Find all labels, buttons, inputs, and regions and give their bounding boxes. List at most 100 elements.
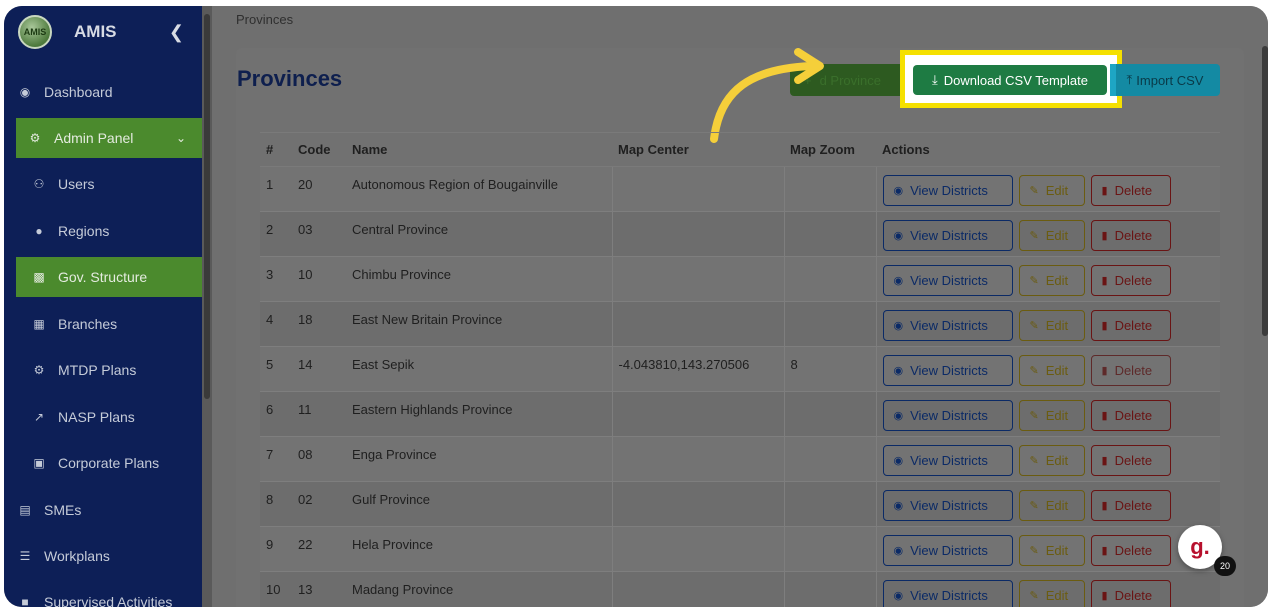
sidebar-scrollbar[interactable]: [202, 6, 212, 607]
edit-icon: ✎: [1029, 275, 1039, 287]
delete-button[interactable]: ▮ Delete: [1090, 220, 1171, 251]
sidebar-item-label: Dashboard: [44, 84, 113, 100]
view-districts-button[interactable]: ◉ View Districts: [882, 490, 1013, 521]
delete-button[interactable]: ▮ Delete: [1090, 580, 1171, 607]
sidebar-item-regions[interactable]: ● Regions: [30, 211, 202, 251]
collapse-sidebar-icon[interactable]: ❮: [169, 22, 184, 43]
import-csv-label: Import CSV: [1136, 72, 1204, 88]
edit-button[interactable]: ✎ Edit: [1018, 265, 1085, 296]
edit-label: Edit: [1045, 273, 1069, 288]
row-actions: ◉ View Districts ✎ Edit ▮ Delete: [875, 256, 1220, 302]
table-row: 7 08 Enga Province ◉ View Districts ✎ Edit ▮ Del…: [260, 436, 1220, 482]
edit-icon: ✎: [1029, 320, 1039, 332]
row-actions: ◉ View Districts ✎ Edit ▮ Delete: [875, 211, 1220, 257]
edit-button[interactable]: ✎ Edit: [1018, 535, 1085, 566]
edit-button[interactable]: ✎ Edit: [1018, 310, 1085, 341]
sidebar: AMIS AMIS ❮ ◉ Dashboard ⚙ Admin Panel ⌄ …: [4, 6, 202, 607]
sidebar-item-admin-panel[interactable]: ⚙ Admin Panel ⌄: [16, 118, 202, 158]
delete-button[interactable]: ▮ Delete: [1090, 355, 1171, 386]
row-number: 1: [260, 166, 292, 212]
view-districts-label: View Districts: [910, 363, 988, 378]
edit-button[interactable]: ✎ Edit: [1018, 220, 1085, 251]
sidebar-item-workplans[interactable]: ☰ Workplans: [16, 536, 202, 576]
view-districts-button[interactable]: ◉ View Districts: [882, 265, 1013, 296]
row-actions: ◉ View Districts ✎ Edit ▮ Delete: [875, 166, 1220, 212]
view-districts-button[interactable]: ◉ View Districts: [882, 310, 1013, 341]
import-csv-button[interactable]: ⤒ Import CSV: [1110, 64, 1220, 96]
delete-button[interactable]: ▮ Delete: [1090, 445, 1171, 476]
row-name: Hela Province: [346, 526, 612, 572]
col-header[interactable]: Name: [346, 132, 612, 167]
edit-icon: ✎: [1029, 500, 1039, 512]
row-code: 20: [292, 166, 346, 212]
delete-button[interactable]: ▮ Delete: [1090, 400, 1171, 431]
row-number: 7: [260, 436, 292, 482]
eye-icon: ◉: [893, 365, 904, 377]
row-map-zoom: [783, 391, 876, 437]
delete-label: Delete: [1114, 543, 1153, 558]
sidebar-item-label: NASP Plans: [58, 409, 135, 425]
edit-button[interactable]: ✎ Edit: [1018, 490, 1085, 521]
row-map-zoom: [783, 526, 876, 572]
col-header[interactable]: Map Zoom: [784, 132, 876, 167]
delete-button[interactable]: ▮ Delete: [1090, 265, 1171, 296]
row-code: 13: [292, 571, 346, 607]
view-districts-label: View Districts: [910, 408, 988, 423]
main-content: Provinces Provinces + d Province ⤓ Downl…: [212, 6, 1268, 607]
edit-button[interactable]: ✎ Edit: [1018, 175, 1085, 206]
sidebar-item-corporate-plans[interactable]: ▣ Corporate Plans: [30, 443, 202, 483]
sidebar-item-gov-structure[interactable]: ▩ Gov. Structure: [16, 257, 202, 297]
brand-name: AMIS: [74, 22, 117, 41]
edit-icon: ✎: [1029, 590, 1039, 602]
app-window: AMIS AMIS ❮ ◉ Dashboard ⚙ Admin Panel ⌄ …: [4, 6, 1268, 607]
col-header[interactable]: #: [260, 132, 292, 167]
eye-icon: ◉: [893, 455, 904, 467]
view-districts-button[interactable]: ◉ View Districts: [882, 445, 1013, 476]
row-map-center: [611, 481, 784, 527]
eye-icon: ◉: [893, 320, 904, 332]
sidebar-item-users[interactable]: ⚇ Users: [30, 164, 202, 204]
edit-button[interactable]: ✎ Edit: [1018, 400, 1085, 431]
row-map-zoom: [783, 256, 876, 302]
row-name: East New Britain Province: [346, 301, 612, 347]
view-districts-button[interactable]: ◉ View Districts: [882, 535, 1013, 566]
hierarchy-icon: ▩: [33, 270, 45, 284]
row-number: 8: [260, 481, 292, 527]
edit-label: Edit: [1045, 543, 1069, 558]
edit-button[interactable]: ✎ Edit: [1018, 580, 1085, 607]
view-districts-button[interactable]: ◉ View Districts: [882, 220, 1013, 251]
delete-button[interactable]: ▮ Delete: [1090, 490, 1171, 521]
col-header[interactable]: Code: [292, 132, 346, 167]
store-icon: ▤: [19, 503, 31, 517]
delete-button[interactable]: ▮ Delete: [1090, 535, 1171, 566]
delete-button[interactable]: ▮ Delete: [1090, 175, 1171, 206]
edit-button[interactable]: ✎ Edit: [1018, 445, 1085, 476]
sidebar-item-smes[interactable]: ▤ SMEs: [16, 490, 202, 530]
row-map-zoom: [783, 166, 876, 212]
sidebar-item-nasp-plans[interactable]: ↗ NASP Plans: [30, 397, 202, 437]
download-csv-template-button[interactable]: ⤓ Download CSV Template: [913, 65, 1107, 95]
sidebar-item-mtdp-plans[interactable]: ⚙ MTDP Plans: [30, 350, 202, 390]
edit-button[interactable]: ✎ Edit: [1018, 355, 1085, 386]
table-header-row: # Code Name Map Center Map Zoom Actions: [260, 132, 1220, 167]
view-districts-label: View Districts: [910, 543, 988, 558]
sidebar-item-dashboard[interactable]: ◉ Dashboard: [16, 72, 202, 112]
sidebar-item-branches[interactable]: ▦ Branches: [30, 304, 202, 344]
breadcrumb[interactable]: Provinces: [236, 12, 293, 27]
view-districts-button[interactable]: ◉ View Districts: [882, 400, 1013, 431]
view-districts-button[interactable]: ◉ View Districts: [882, 175, 1013, 206]
row-number: 4: [260, 301, 292, 347]
eye-icon: ◉: [893, 500, 904, 512]
view-districts-button[interactable]: ◉ View Districts: [882, 355, 1013, 386]
eye-icon: ◉: [893, 185, 904, 197]
col-header[interactable]: Map Center: [612, 132, 784, 167]
highlight-edge: [1110, 64, 1116, 96]
row-name: Madang Province: [346, 571, 612, 607]
sidebar-scroll-thumb[interactable]: [204, 14, 210, 399]
page-scrollbar[interactable]: [1262, 46, 1268, 336]
sidebar-item-supervised-activities[interactable]: ■ Supervised Activities: [16, 582, 202, 607]
row-map-zoom: [783, 211, 876, 257]
delete-button[interactable]: ▮ Delete: [1090, 310, 1171, 341]
view-districts-button[interactable]: ◉ View Districts: [882, 580, 1013, 607]
row-map-center: [611, 211, 784, 257]
